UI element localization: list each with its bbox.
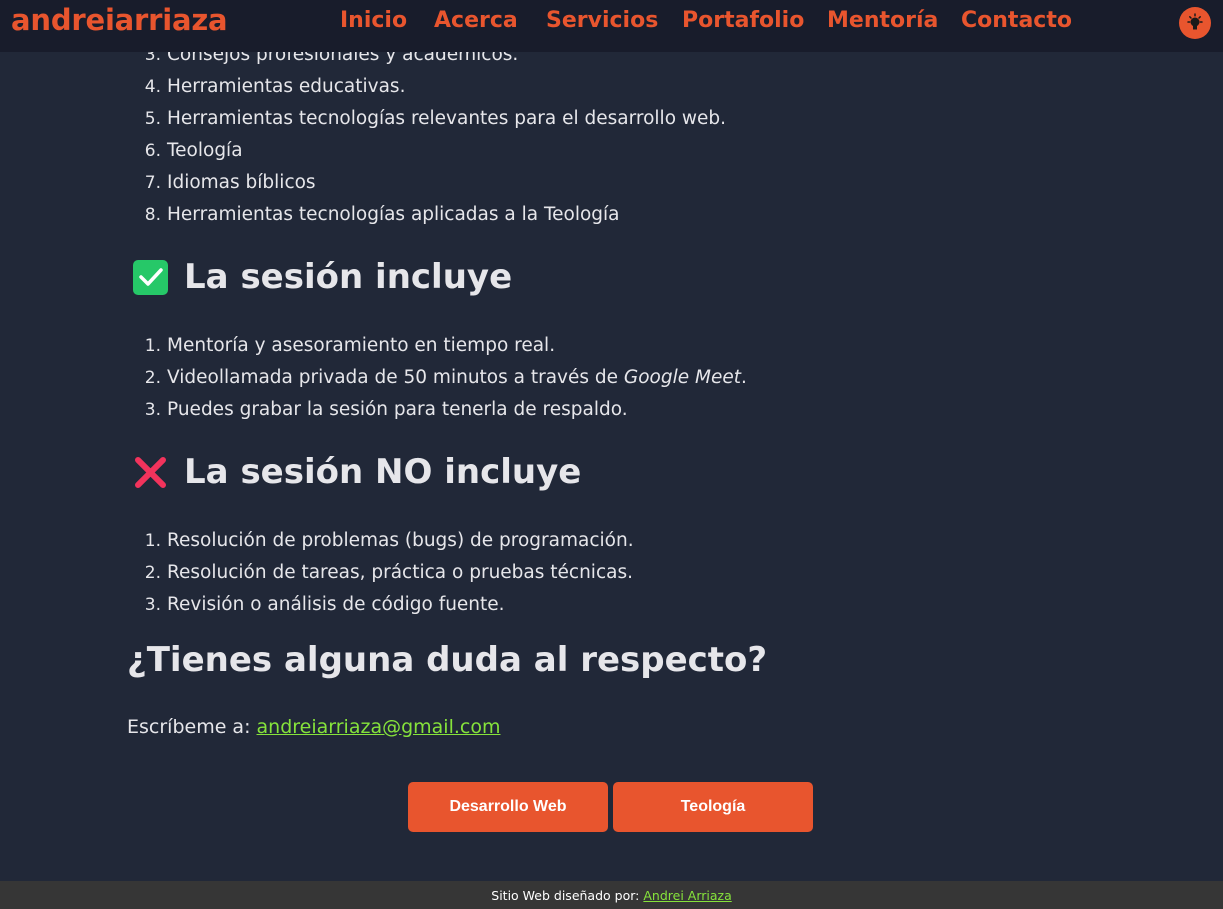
contact-prompt: Escríbeme a: bbox=[127, 716, 257, 738]
excludes-heading-text: La sesión NO incluye bbox=[184, 452, 582, 492]
contact-line: Escríbeme a: andreiarriaza@gmail.com bbox=[127, 716, 500, 738]
footer: Sitio Web diseñado por: Andrei Arriaza bbox=[0, 881, 1223, 909]
nav-link-mentoria[interactable]: Mentoría bbox=[827, 8, 938, 33]
list-item: 1. Resolución de problemas (bugs) de prog… bbox=[144, 530, 634, 551]
lightbulb-icon bbox=[1187, 13, 1203, 30]
email-link[interactable]: andreiarriaza@gmail.com bbox=[257, 716, 501, 738]
theme-toggle-button[interactable] bbox=[1179, 7, 1211, 39]
check-mark-icon bbox=[133, 259, 168, 295]
nav-link-inicio[interactable]: Inicio bbox=[340, 8, 407, 33]
nav-link-servicios[interactable]: Servicios bbox=[546, 8, 658, 33]
list-item: 4. Herramientas educativas. bbox=[144, 76, 406, 97]
list-item: 1. Mentoría y asesoramiento en tiempo rea… bbox=[144, 335, 556, 356]
excludes-list: 1. Resolución de problemas (bugs) de prog… bbox=[127, 525, 1027, 621]
nav-link-acerca[interactable]: Acerca bbox=[434, 8, 518, 33]
list-item: 2. Resolución de tareas, práctica o prueb… bbox=[144, 562, 633, 583]
main-content: 3. Consejos profesionales y académicos. 4… bbox=[0, 0, 1223, 909]
includes-heading-text: La sesión incluye bbox=[184, 257, 513, 297]
cross-mark-icon bbox=[133, 455, 168, 490]
list-item: 2. Videollamada privada de 50 minutos a t… bbox=[144, 367, 747, 388]
site-brand[interactable]: andreiarriaza bbox=[11, 3, 228, 37]
list-item: 6. Teología bbox=[144, 140, 243, 161]
theology-button[interactable]: Teología bbox=[613, 782, 813, 832]
web-dev-button[interactable]: Desarrollo Web bbox=[408, 782, 608, 832]
footer-text: Sitio Web diseñado por: bbox=[491, 887, 640, 903]
top-nav-bar: andreiarriaza Inicio Acerca Servicios Po… bbox=[0, 0, 1223, 52]
topics-list: 3. Consejos profesionales y académicos. 4… bbox=[127, 39, 1027, 231]
list-item: 5. Herramientas tecnologías relevantes pa… bbox=[144, 108, 727, 129]
list-item: 3. Puedes grabar la sesión para tenerla d… bbox=[144, 399, 628, 420]
question-heading: ¿Tienes alguna duda al respecto? bbox=[127, 640, 768, 680]
nav-link-portafolio[interactable]: Portafolio bbox=[682, 8, 804, 33]
includes-list: 1. Mentoría y asesoramiento en tiempo rea… bbox=[127, 330, 1027, 426]
excludes-heading: La sesión NO incluye bbox=[133, 452, 581, 492]
includes-heading: La sesión incluye bbox=[133, 257, 512, 297]
list-item: 3. Revisión o análisis de código fuente. bbox=[144, 594, 505, 615]
nav-link-contacto[interactable]: Contacto bbox=[961, 8, 1072, 33]
list-item: 7. Idiomas bíblicos bbox=[144, 172, 316, 193]
footer-author-link[interactable]: Andrei Arriaza bbox=[643, 888, 731, 903]
list-item: 8. Herramientas tecnologías aplicadas a l… bbox=[144, 204, 620, 225]
